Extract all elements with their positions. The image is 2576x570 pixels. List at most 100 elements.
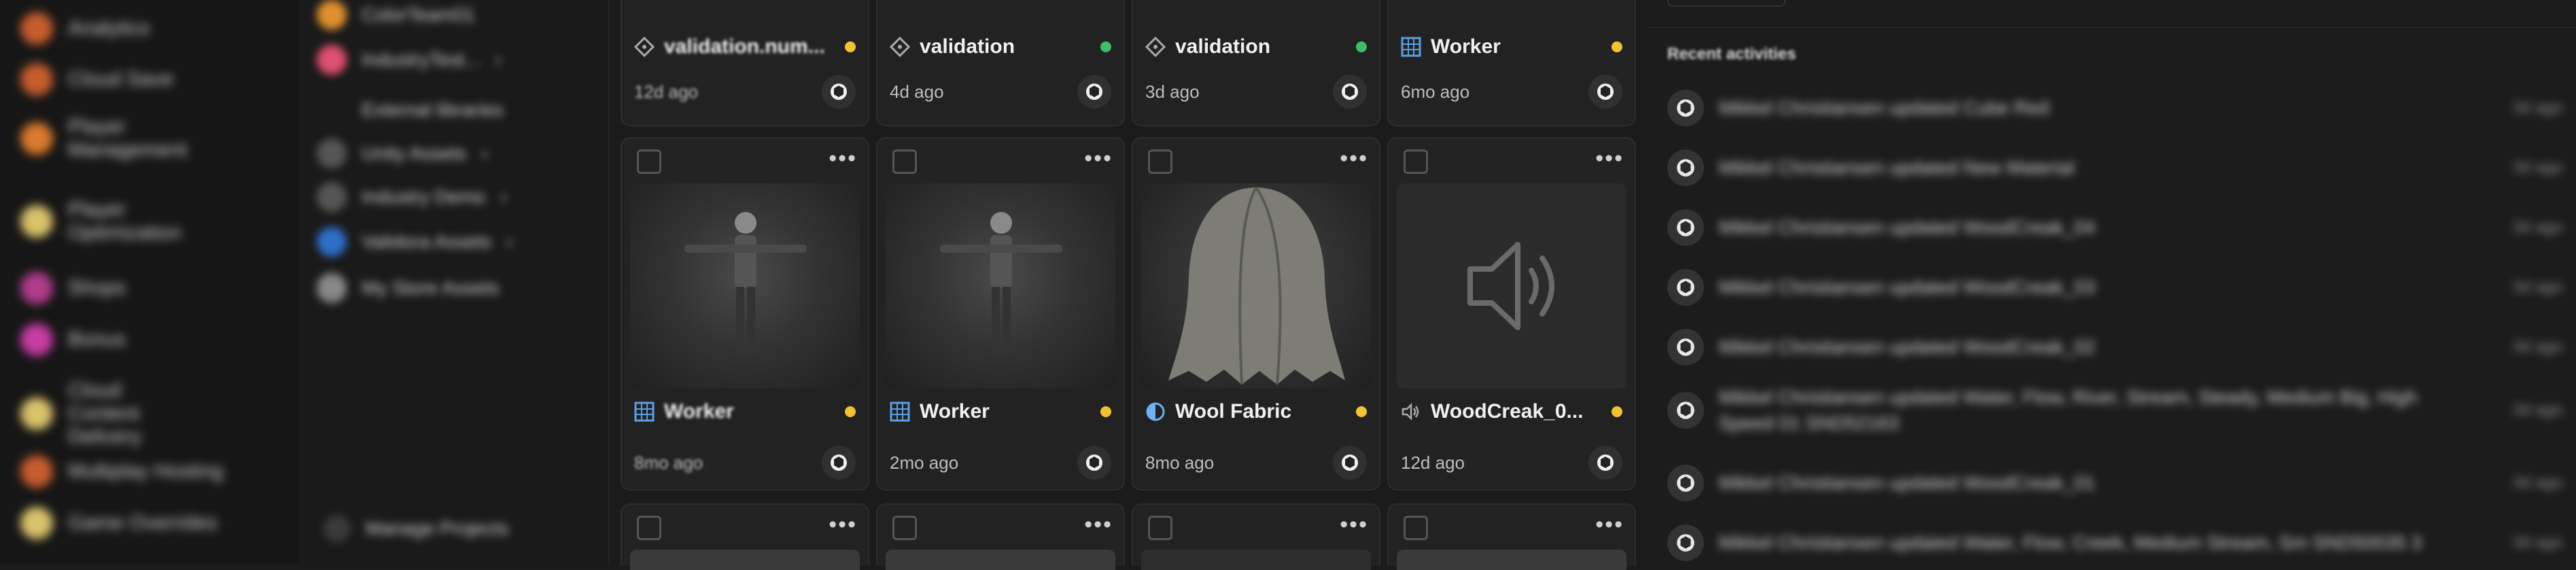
asset-card[interactable]: validation.num... 12d ago: [621, 0, 869, 126]
shops-icon: [20, 272, 53, 304]
sidebar-item-label: Shops: [68, 277, 126, 299]
project-icon: [317, 0, 347, 30]
select-checkbox[interactable]: [637, 516, 661, 540]
more-options-button[interactable]: •••: [1340, 512, 1368, 538]
sidebar-item-label: Player Management: [68, 115, 188, 161]
sidebar-item-analytics[interactable]: Analytics: [20, 12, 150, 45]
manage-projects-button[interactable]: Manage Projects: [324, 515, 508, 542]
unity-icon: [1667, 524, 1704, 561]
sidebar-item-player-management[interactable]: Player Management: [20, 115, 197, 162]
more-options-button[interactable]: •••: [1084, 145, 1113, 172]
status-dot: [1100, 406, 1111, 417]
sidebar-item-label: Analytics: [68, 17, 150, 39]
sidebar-item-cloud-save[interactable]: Cloud Save: [20, 63, 173, 96]
asset-thumbnail: [1397, 183, 1626, 389]
project-item[interactable]: My Store Assets: [317, 273, 499, 303]
unity-icon: [1667, 465, 1704, 501]
more-options-button[interactable]: •••: [1084, 512, 1113, 538]
asset-thumbnail: [1141, 550, 1371, 570]
activity-item[interactable]: Mikkel Christiansen updated Water, Flow,…: [1667, 524, 2576, 561]
activity-item[interactable]: Mikkel Christiansen updated WoodCreak_03…: [1667, 269, 2576, 306]
more-options-button[interactable]: •••: [1595, 512, 1624, 538]
unity-icon: [1077, 446, 1111, 480]
asset-card[interactable]: •••: [1132, 503, 1380, 570]
select-checkbox[interactable]: [892, 149, 917, 174]
unity-icon: [1667, 209, 1704, 246]
asset-title: Worker: [920, 400, 990, 423]
asset-date: 12d ago: [1401, 452, 1465, 473]
asset-title: Worker: [1431, 35, 1501, 58]
sidebar-item-label: Multiplay Hosting: [68, 460, 224, 482]
unity-icon: [822, 75, 856, 109]
activity-time: 3d ago: [2512, 533, 2562, 552]
asset-card[interactable]: ••• Worker 2mo ago: [876, 137, 1125, 491]
project-item[interactable]: ColorTeam01: [317, 0, 475, 30]
select-checkbox[interactable]: [1148, 516, 1172, 540]
diamond-icon: [1145, 37, 1166, 57]
sidebar-item-bonus[interactable]: Bonus: [20, 323, 126, 356]
asset-card[interactable]: •••: [1387, 503, 1636, 570]
chevron-right-icon: ›: [495, 49, 502, 70]
more-options-button[interactable]: •••: [829, 512, 857, 538]
manage-projects-label: Manage Projects: [366, 518, 509, 539]
project-item[interactable]: Industry Demo ›: [317, 182, 506, 212]
asset-card[interactable]: validation 4d ago: [876, 0, 1125, 126]
select-checkbox[interactable]: [892, 516, 917, 540]
activity-text: Mikkel Christiansen updated WoodCreak_01: [1719, 472, 2095, 493]
project-item[interactable]: Unity Assets ›: [317, 139, 487, 168]
sidebar-item-player-optimization[interactable]: Player Optimization: [20, 198, 197, 245]
activity-item[interactable]: Mikkel Christiansen updated New Material…: [1667, 149, 2576, 186]
asset-card[interactable]: Worker 6mo ago: [1387, 0, 1636, 126]
diamond-icon: [634, 37, 655, 57]
asset-card[interactable]: validation 3d ago: [1132, 0, 1380, 126]
project-item[interactable]: IndustryTest... ›: [317, 45, 502, 75]
activity-item[interactable]: Mikkel Christiansen updated WoodCreak_01…: [1667, 465, 2576, 501]
select-checkbox[interactable]: [637, 149, 661, 174]
activity-item[interactable]: Mikkel Christiansen updated Water, Flow,…: [1667, 385, 2576, 436]
sidebar-item-game-overrides[interactable]: Game Overrides: [20, 507, 217, 539]
player-management-icon: [20, 122, 53, 155]
asset-thumbnail: [886, 550, 1115, 570]
sidebar-item-multiplay-hosting[interactable]: Multiplay Hosting: [20, 455, 223, 488]
more-options-button[interactable]: •••: [1595, 145, 1624, 172]
activity-text: Mikkel Christiansen updated WoodCreak_02: [1719, 336, 2095, 357]
activity-item[interactable]: Mikkel Christiansen updated WoodCreak_02…: [1667, 329, 2576, 366]
player-optimization-icon: [20, 205, 53, 238]
asset-title: Worker: [664, 400, 734, 423]
activity-time: 3d ago: [2512, 278, 2562, 296]
more-options-button[interactable]: •••: [829, 145, 857, 172]
asset-card[interactable]: •••: [876, 503, 1125, 570]
asset-date: 2mo ago: [890, 452, 959, 473]
sidebar-item-shops[interactable]: Shops: [20, 272, 126, 304]
asset-thumbnail: [630, 183, 860, 389]
more-options-button[interactable]: •••: [1340, 145, 1368, 172]
asset-title: validation: [920, 35, 1015, 58]
unity-icon: [1667, 90, 1704, 126]
chevron-right-icon: ›: [481, 143, 488, 164]
asset-card[interactable]: ••• Worker 8mo ago: [621, 137, 869, 491]
activity-text: Mikkel Christiansen updated Cube Red: [1719, 97, 2049, 118]
asset-card[interactable]: •••: [621, 503, 869, 570]
project-icon: [317, 227, 347, 257]
panel-tab[interactable]: [1667, 0, 1786, 7]
select-checkbox[interactable]: [1148, 149, 1172, 174]
project-item[interactable]: Validora Assets ›: [317, 227, 512, 257]
asset-thumbnail: [886, 183, 1115, 389]
asset-card[interactable]: ••• Wool Fabric 8mo ago: [1132, 137, 1380, 491]
activity-time: 3d ago: [2512, 474, 2562, 492]
project-label: Unity Assets: [362, 143, 467, 164]
select-checkbox[interactable]: [1404, 516, 1428, 540]
status-dot: [845, 41, 856, 52]
sidebar-item-label: Cloud Save: [68, 68, 174, 90]
select-checkbox[interactable]: [1404, 149, 1428, 174]
activity-item[interactable]: Mikkel Christiansen updated WoodCreak_04…: [1667, 209, 2576, 246]
sidebar-item-cloud-content-delivery[interactable]: Cloud Content Delivery: [20, 379, 197, 448]
speaker-icon: [1467, 242, 1554, 330]
status-dot: [1612, 41, 1622, 52]
asset-date: 12d ago: [634, 81, 698, 102]
activity-item[interactable]: Mikkel Christiansen updated Cube Red 3d …: [1667, 90, 2576, 126]
project-item[interactable]: External libraries: [317, 95, 504, 125]
activity-text: Mikkel Christiansen updated WoodCreak_03: [1719, 277, 2095, 298]
asset-card[interactable]: ••• WoodCreak_0... 12d ago: [1387, 137, 1636, 491]
section-title: Recent activities: [1667, 45, 1796, 63]
